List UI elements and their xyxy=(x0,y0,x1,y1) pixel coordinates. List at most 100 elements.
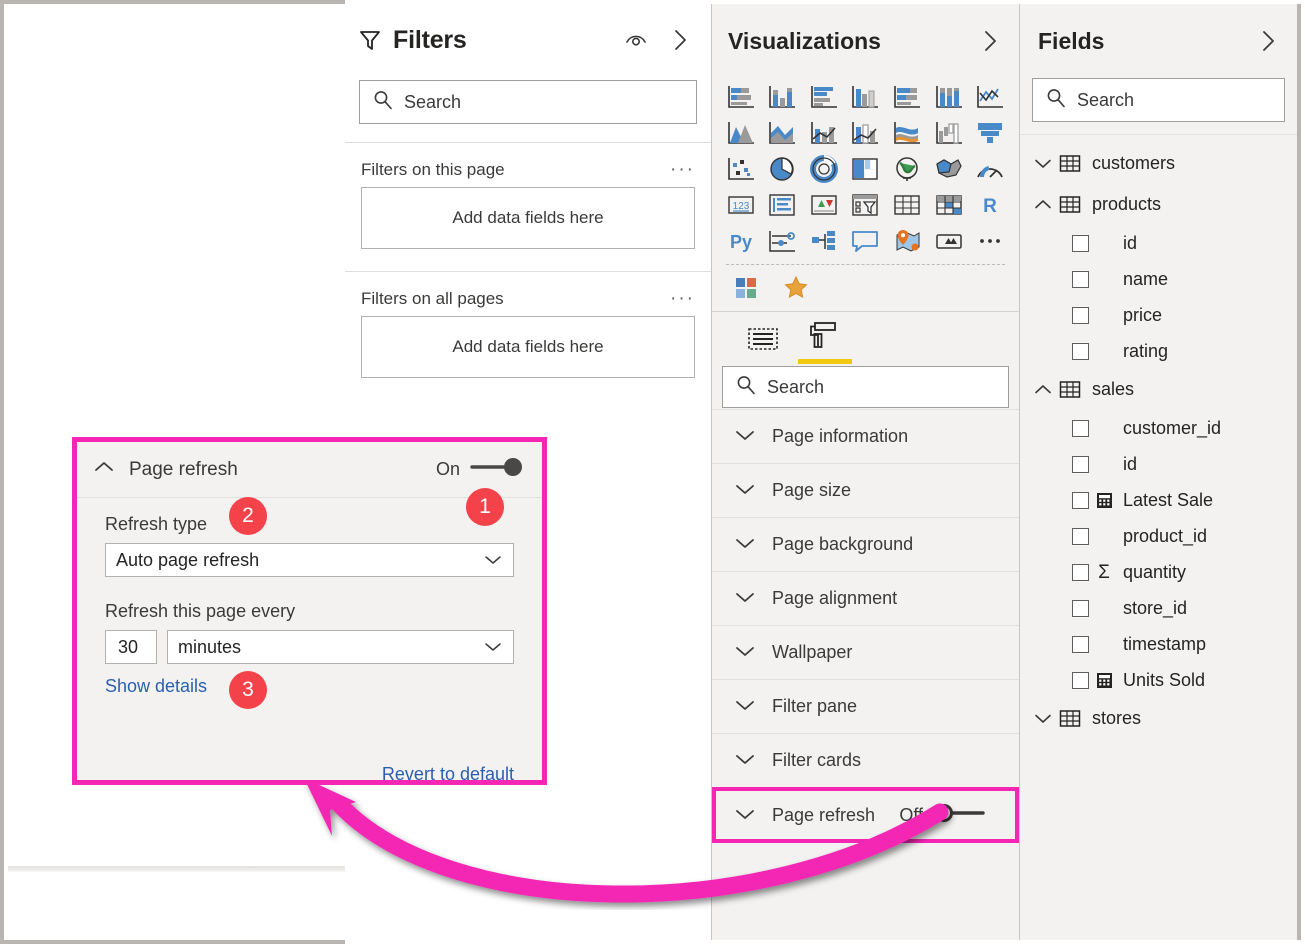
show-details-link[interactable]: Show details xyxy=(105,676,207,696)
arcgis-map-icon[interactable] xyxy=(933,226,965,256)
area-chart-icon[interactable] xyxy=(725,118,757,148)
field-checkbox[interactable] xyxy=(1072,599,1089,617)
eye-icon[interactable] xyxy=(621,25,651,55)
page-refresh-callout-header[interactable]: Page refresh On xyxy=(77,442,542,498)
smart-narrative-icon[interactable] xyxy=(849,226,881,256)
python-visual-icon[interactable]: Py xyxy=(725,226,757,256)
field-row[interactable]: product_id xyxy=(1020,518,1297,554)
line-stacked-column-chart-icon[interactable] xyxy=(808,118,840,148)
refresh-interval-unit-dropdown[interactable]: minutes xyxy=(167,630,514,664)
kpi-icon[interactable] xyxy=(808,190,840,220)
field-checkbox[interactable] xyxy=(1072,491,1089,509)
chevron-down-icon[interactable] xyxy=(1030,712,1056,725)
field-checkbox[interactable] xyxy=(1072,306,1089,324)
format-section-page-alignment[interactable]: Page alignment xyxy=(712,571,1019,625)
fields-table-customers[interactable]: customers xyxy=(1020,143,1297,184)
page-refresh-toggle-off[interactable] xyxy=(933,802,987,829)
matrix-icon[interactable] xyxy=(933,190,965,220)
more-visuals-icon[interactable] xyxy=(974,226,1006,256)
refresh-interval-number-input[interactable]: 30 xyxy=(105,630,157,664)
filters-on-this-page-dropzone[interactable]: Add data fields here xyxy=(361,187,695,249)
treemap-icon[interactable] xyxy=(849,154,881,184)
field-checkbox[interactable] xyxy=(1072,527,1089,545)
pie-chart-icon[interactable] xyxy=(766,154,798,184)
chevron-down-icon[interactable] xyxy=(1030,157,1056,170)
refresh-type-dropdown[interactable]: Auto page refresh xyxy=(105,543,514,577)
format-section-wallpaper[interactable]: Wallpaper xyxy=(712,625,1019,679)
azure-map-icon[interactable] xyxy=(891,226,923,256)
fields-search-input[interactable]: Search xyxy=(1032,78,1285,122)
page-refresh-toggle-on[interactable] xyxy=(470,456,524,483)
format-search-input[interactable]: Search xyxy=(722,366,1009,408)
field-checkbox[interactable] xyxy=(1072,455,1089,473)
gauge-icon[interactable] xyxy=(974,154,1006,184)
tab-format[interactable] xyxy=(798,321,852,364)
clustered-column-chart-icon[interactable] xyxy=(849,82,881,112)
field-checkbox[interactable] xyxy=(1072,563,1089,581)
fields-table-stores[interactable]: stores xyxy=(1020,698,1297,739)
key-influencers-icon[interactable] xyxy=(808,226,840,256)
field-checkbox[interactable] xyxy=(1072,671,1089,689)
field-checkbox[interactable] xyxy=(1072,234,1089,252)
stacked-area-chart-icon[interactable] xyxy=(766,118,798,148)
multi-row-card-icon[interactable] xyxy=(766,190,798,220)
stacked-bar-chart-icon[interactable] xyxy=(725,82,757,112)
field-row[interactable]: id xyxy=(1020,446,1297,482)
field-checkbox[interactable] xyxy=(1072,635,1089,653)
decomposition-tree-icon[interactable] xyxy=(766,226,798,256)
field-row[interactable]: customer_id xyxy=(1020,410,1297,446)
field-checkbox[interactable] xyxy=(1072,419,1089,437)
format-section-page-refresh[interactable]: Page refresh Off xyxy=(712,787,1019,843)
chevron-up-icon[interactable] xyxy=(93,459,115,480)
field-checkbox[interactable] xyxy=(1072,270,1089,288)
clustered-bar-chart-icon[interactable] xyxy=(808,82,840,112)
r-script-visual-icon[interactable]: R xyxy=(974,190,1006,220)
field-row[interactable]: Units Sold xyxy=(1020,662,1297,698)
tab-fields[interactable] xyxy=(746,325,780,364)
card-icon[interactable]: 123 xyxy=(725,190,757,220)
page-refresh-toggle-group[interactable]: Off xyxy=(899,802,1015,829)
fields-table-products[interactable]: products xyxy=(1020,184,1297,225)
map-icon[interactable] xyxy=(891,154,923,184)
format-section-filter-pane[interactable]: Filter pane xyxy=(712,679,1019,733)
revert-to-default-link[interactable]: Revert to default xyxy=(382,764,514,784)
filled-map-icon[interactable] xyxy=(933,154,965,184)
funnel-chart-icon[interactable] xyxy=(974,118,1006,148)
fields-expand-chevron-right-icon[interactable] xyxy=(1253,26,1283,56)
filters-expand-chevron-right-icon[interactable] xyxy=(665,25,695,55)
filters-on-all-pages-menu-icon[interactable]: ··· xyxy=(670,289,695,308)
fields-table-sales[interactable]: sales xyxy=(1020,369,1297,410)
line-clustered-column-chart-icon[interactable] xyxy=(849,118,881,148)
field-row[interactable]: Latest Sale xyxy=(1020,482,1297,518)
100-stacked-bar-chart-icon[interactable] xyxy=(891,82,923,112)
scatter-chart-icon[interactable] xyxy=(725,154,757,184)
filters-on-this-page-menu-icon[interactable]: ··· xyxy=(670,160,695,179)
field-checkbox[interactable] xyxy=(1072,342,1089,360)
waterfall-chart-icon[interactable] xyxy=(933,118,965,148)
format-section-filter-cards[interactable]: Filter cards xyxy=(712,733,1019,787)
filters-search-input[interactable]: Search xyxy=(359,80,697,124)
field-row[interactable]: rating xyxy=(1020,333,1297,369)
donut-chart-icon[interactable] xyxy=(808,154,840,184)
100-stacked-column-chart-icon[interactable] xyxy=(933,82,965,112)
paginated-report-icon[interactable] xyxy=(780,273,812,303)
field-row[interactable]: Σquantity xyxy=(1020,554,1297,590)
chevron-up-icon[interactable] xyxy=(1030,198,1056,211)
slicer-icon[interactable] xyxy=(849,190,881,220)
format-section-page-information[interactable]: Page information xyxy=(712,409,1019,463)
get-more-visuals-icon[interactable] xyxy=(730,273,762,303)
field-row[interactable]: timestamp xyxy=(1020,626,1297,662)
field-row[interactable]: id xyxy=(1020,225,1297,261)
chevron-up-icon[interactable] xyxy=(1030,383,1056,396)
stacked-column-chart-icon[interactable] xyxy=(766,82,798,112)
field-row[interactable]: price xyxy=(1020,297,1297,333)
format-section-page-background[interactable]: Page background xyxy=(712,517,1019,571)
table-icon[interactable] xyxy=(891,190,923,220)
ribbon-chart-icon[interactable] xyxy=(891,118,923,148)
visualizations-expand-chevron-right-icon[interactable] xyxy=(975,26,1005,56)
format-section-page-size[interactable]: Page size xyxy=(712,463,1019,517)
field-row[interactable]: store_id xyxy=(1020,590,1297,626)
line-chart-icon[interactable] xyxy=(974,82,1006,112)
filters-on-all-pages-dropzone[interactable]: Add data fields here xyxy=(361,316,695,378)
field-row[interactable]: name xyxy=(1020,261,1297,297)
